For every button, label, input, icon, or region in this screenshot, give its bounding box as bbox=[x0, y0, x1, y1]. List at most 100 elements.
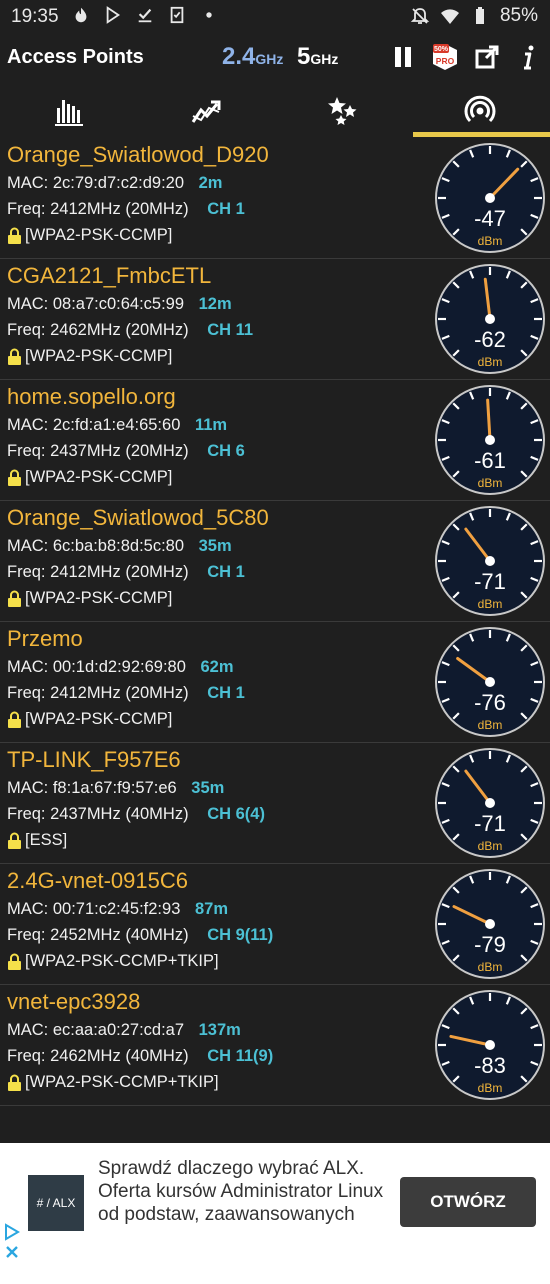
gauge-unit: dBm bbox=[478, 839, 503, 853]
ap-freq-label: Freq: bbox=[7, 200, 46, 218]
ap-ssid: Przemo bbox=[7, 626, 83, 651]
ap-security-line: [WPA2-PSK-CCMP] bbox=[7, 589, 172, 608]
band-5-value: 5 bbox=[297, 43, 311, 70]
ap-distance: 35m bbox=[191, 779, 225, 797]
tab-access-points[interactable] bbox=[411, 84, 548, 138]
ap-freq-line: Freq: 2412MHz (20MHz) CH 1 bbox=[7, 563, 245, 582]
gauge-hub bbox=[485, 1040, 495, 1050]
band-5ghz-toggle[interactable]: 5GHz bbox=[297, 43, 338, 71]
ap-freq: 2412MHz bbox=[50, 200, 121, 218]
lock-icon bbox=[8, 227, 21, 244]
pause-icon bbox=[395, 47, 411, 67]
ap-distance: 87m bbox=[194, 900, 228, 918]
gauge-hub bbox=[485, 435, 495, 445]
tab-time-graph[interactable] bbox=[137, 84, 274, 138]
ap-mac-label: MAC: bbox=[7, 900, 49, 918]
access-point-row[interactable]: Przemo MAC: 00:1d:d2:92:69:80 62m Freq: … bbox=[0, 622, 550, 743]
gauge-value: -71 bbox=[474, 569, 506, 594]
app-toolbar: Access Points 2.4GHz 5GHz 50% PRO bbox=[0, 34, 550, 84]
lock-icon bbox=[8, 469, 21, 486]
access-point-row[interactable]: 2.4G-vnet-0915C6 MAC: 00:71:c2:45:f2:93 … bbox=[0, 864, 550, 985]
signal-gauge: -71 dBm bbox=[435, 748, 545, 858]
ap-channel-width: (20MHz) bbox=[125, 563, 189, 581]
access-point-row[interactable]: home.sopello.org MAC: 2c:fd:a1:e4:65:60 … bbox=[0, 380, 550, 501]
ad-banner[interactable]: # / ALX Sprawdź dlaczego wybrać ALX. Ofe… bbox=[0, 1143, 550, 1284]
lock-icon bbox=[8, 953, 21, 970]
ap-mac: ec:aa:a0:27:cd:a7 bbox=[52, 1021, 185, 1039]
ap-freq: 2452MHz bbox=[50, 926, 121, 944]
access-point-row[interactable]: CGA2121_FmbcETL MAC: 08:a7:c0:64:c5:99 1… bbox=[0, 259, 550, 380]
access-point-row[interactable]: Orange_Swiatlowod_D920 MAC: 2c:79:d7:c2:… bbox=[0, 138, 550, 259]
share-button[interactable] bbox=[472, 42, 502, 72]
ap-freq-label: Freq: bbox=[7, 805, 46, 823]
ap-freq: 2412MHz bbox=[50, 563, 121, 581]
gauge-unit: dBm bbox=[478, 597, 503, 611]
ad-choices-icon[interactable] bbox=[4, 1223, 22, 1263]
signal-gauge: -71 dBm bbox=[435, 506, 545, 616]
tab-channel-rating[interactable] bbox=[0, 84, 137, 138]
page-title: Access Points bbox=[7, 46, 144, 68]
stars-icon bbox=[327, 97, 356, 125]
ad-open-button[interactable]: OTWÓRZ bbox=[400, 1177, 536, 1227]
ap-security-line: [ESS] bbox=[7, 831, 67, 850]
ap-channel: CH 1 bbox=[207, 684, 245, 702]
ap-mac-line: MAC: ec:aa:a0:27:cd:a7 137m bbox=[7, 1021, 241, 1040]
download-done-icon bbox=[138, 8, 152, 23]
dot-icon bbox=[206, 12, 212, 18]
pause-button[interactable] bbox=[388, 42, 418, 72]
ap-distance: 12m bbox=[198, 295, 232, 313]
info-button[interactable] bbox=[514, 42, 544, 72]
ap-freq-label: Freq: bbox=[7, 684, 46, 702]
lock-icon bbox=[8, 832, 21, 849]
ap-security: [WPA2-PSK-CCMP+TKIP] bbox=[25, 1073, 219, 1091]
access-point-row[interactable]: Orange_Swiatlowod_5C80 MAC: 6c:ba:b8:8d:… bbox=[0, 501, 550, 622]
signal-gauge: -61 dBm bbox=[435, 385, 545, 495]
gauge-hub bbox=[485, 314, 495, 324]
ap-security-line: [WPA2-PSK-CCMP] bbox=[7, 226, 172, 245]
gauge-hub bbox=[485, 919, 495, 929]
bar-chart-icon bbox=[54, 100, 83, 126]
ap-security: [WPA2-PSK-CCMP] bbox=[25, 226, 173, 244]
ap-mac-label: MAC: bbox=[7, 174, 49, 192]
lock-icon bbox=[8, 1074, 21, 1091]
play-store-icon bbox=[106, 6, 121, 24]
ap-ssid: Orange_Swiatlowod_5C80 bbox=[7, 505, 269, 530]
tab-channel-graph[interactable] bbox=[274, 84, 411, 138]
ad-text[interactable]: Sprawdź dlaczego wybrać ALX. Oferta kurs… bbox=[98, 1157, 388, 1226]
ap-security: [WPA2-PSK-CCMP] bbox=[25, 710, 173, 728]
ap-channel-width: (20MHz) bbox=[125, 442, 189, 460]
ap-channel-width: (40MHz) bbox=[125, 805, 189, 823]
ap-freq: 2412MHz bbox=[50, 684, 121, 702]
ap-freq-line: Freq: 2412MHz (20MHz) CH 1 bbox=[7, 684, 245, 703]
ap-distance: 62m bbox=[200, 658, 234, 676]
ap-freq-label: Freq: bbox=[7, 1047, 46, 1065]
ap-security-line: [WPA2-PSK-CCMP] bbox=[7, 468, 172, 487]
ap-freq: 2462MHz bbox=[50, 1047, 121, 1065]
gauge-hub bbox=[485, 798, 495, 808]
ap-channel-width: (40MHz) bbox=[125, 926, 189, 944]
ap-freq-label: Freq: bbox=[7, 926, 46, 944]
battery-percent: 85% bbox=[499, 5, 538, 26]
ap-channel-width: (40MHz) bbox=[125, 1047, 189, 1065]
ap-channel: CH 11(9) bbox=[207, 1047, 274, 1065]
pro-button[interactable]: 50% PRO bbox=[430, 42, 460, 72]
ap-freq: 2437MHz bbox=[50, 805, 121, 823]
ap-mac: 08:a7:c0:64:c5:99 bbox=[52, 295, 185, 313]
gauge-unit: dBm bbox=[478, 355, 503, 369]
band-24ghz-toggle[interactable]: 2.4GHz bbox=[222, 43, 283, 71]
lock-icon bbox=[8, 590, 21, 607]
signal-gauge: -83 dBm bbox=[435, 990, 545, 1100]
access-point-list[interactable]: Orange_Swiatlowod_D920 MAC: 2c:79:d7:c2:… bbox=[0, 138, 550, 1106]
access-point-row[interactable]: vnet-epc3928 MAC: ec:aa:a0:27:cd:a7 137m… bbox=[0, 985, 550, 1106]
ap-mac-line: MAC: f8:1a:67:f9:57:e6 35m bbox=[7, 779, 224, 798]
battery-icon bbox=[475, 7, 484, 24]
gauge-value: -79 bbox=[474, 932, 506, 957]
ap-distance: 35m bbox=[198, 537, 232, 555]
ap-mac-label: MAC: bbox=[7, 779, 49, 797]
band-24-unit: GHz bbox=[255, 51, 284, 67]
access-point-row[interactable]: TP-LINK_F957E6 MAC: f8:1a:67:f9:57:e6 35… bbox=[0, 743, 550, 864]
ap-distance: 137m bbox=[198, 1021, 241, 1039]
pro-label-text: PRO bbox=[436, 56, 455, 66]
ap-channel: CH 6(4) bbox=[207, 805, 265, 823]
lock-icon bbox=[8, 348, 21, 365]
